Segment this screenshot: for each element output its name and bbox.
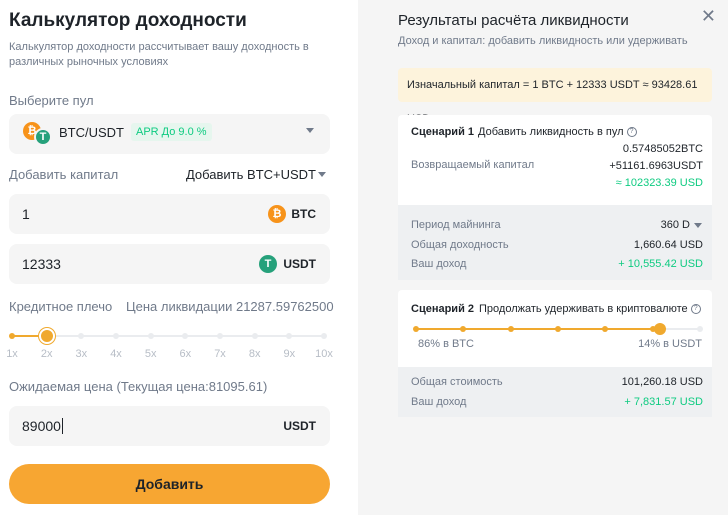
split-tick xyxy=(413,326,419,332)
total-value: 101,260.18 USD xyxy=(621,376,703,388)
mining-period-select[interactable]: 360 D xyxy=(661,219,690,231)
scenario2-name: Продолжать удерживать в криптовалюте? xyxy=(479,303,701,315)
scenario2-card: Сценарий 2 Продолжать удерживать в крипт… xyxy=(398,290,712,417)
leverage-tick[interactable] xyxy=(9,333,15,339)
calculator-subtitle: Калькулятор доходности рассчитывает вашу… xyxy=(9,41,309,68)
total-yield-label: Общая доходность xyxy=(411,239,509,251)
btc-amount-value: 1 xyxy=(22,206,30,222)
returned-usdt: +51161.6963USDT xyxy=(609,160,703,172)
leverage-tick-label: 8x xyxy=(248,348,261,360)
split-tick xyxy=(555,326,561,332)
calculator-panel: Калькулятор доходности Калькулятор доход… xyxy=(0,0,358,515)
leverage-tick[interactable] xyxy=(321,333,327,339)
apr-badge: APR До 9.0 % xyxy=(131,123,212,141)
initial-capital-banner: Изначальный капитал = 1 BTC + 12333 USDT… xyxy=(398,68,712,125)
scenario1-label: Сценарий 1 xyxy=(411,126,475,138)
btc-share: 86% в BTC xyxy=(418,338,474,350)
income-label: Ваш доход xyxy=(411,258,467,270)
leverage-tick-label: 9x xyxy=(283,348,296,360)
expected-price-value: 89000 xyxy=(22,418,63,434)
leverage-tick[interactable] xyxy=(78,333,85,339)
leverage-tick-label: 2x xyxy=(40,348,53,360)
leverage-tick-label: 4x xyxy=(110,348,122,360)
leverage-tick[interactable] xyxy=(251,333,258,339)
usdt-amount-value: 12333 xyxy=(22,256,61,272)
add-button[interactable]: Добавить xyxy=(9,464,330,504)
leverage-slider-track[interactable] xyxy=(12,335,324,337)
leverage-tick-label: 5x xyxy=(144,348,157,360)
scenario2-details: Общая стоимость 101,260.18 USD Ваш доход… xyxy=(398,367,712,417)
income-value: + 7,831.57 USD xyxy=(624,396,703,408)
leverage-label: Кредитное плечо xyxy=(9,299,113,314)
scenario1-btc-amount: 0.57485052BTC xyxy=(622,143,703,155)
pool-select[interactable]: ₿ T BTC/USDT APR До 9.0 % xyxy=(9,114,330,154)
close-icon[interactable]: ✕ xyxy=(701,6,716,27)
chevron-down-icon xyxy=(694,223,702,228)
expected-price-input[interactable]: 89000 USDT xyxy=(9,406,330,446)
leverage-tick[interactable] xyxy=(217,333,223,339)
calculator-title: Калькулятор доходности xyxy=(9,10,247,31)
pool-pair: BTC/USDT xyxy=(59,125,124,140)
leverage-tick-label: 1x xyxy=(6,348,18,360)
returned-usd: ≈ 102323.39 USD xyxy=(615,177,703,189)
expected-price-label: Ожидаемая цена (Текущая цена:81095.61) xyxy=(9,379,268,394)
usdt-share: 14% в USDT xyxy=(638,338,702,350)
leverage-tick[interactable] xyxy=(43,333,50,339)
results-title: Результаты расчёта ликвидности xyxy=(398,12,629,29)
usdt-icon: T xyxy=(34,128,52,146)
split-tick xyxy=(507,326,514,332)
usdt-unit: USDT xyxy=(283,257,316,271)
leverage-tick[interactable] xyxy=(147,333,154,339)
leverage-tick-label: 3x xyxy=(75,348,88,360)
split-tick xyxy=(460,326,467,332)
split-handle xyxy=(654,323,667,335)
usdt-icon: T xyxy=(259,255,277,273)
usdt-amount-input[interactable]: 12333 T USDT xyxy=(9,244,330,284)
btc-unit: BTC xyxy=(291,207,316,221)
income-value: + 10,555.42 USD xyxy=(618,258,703,270)
leverage-tick[interactable] xyxy=(182,333,189,339)
chevron-down-icon xyxy=(318,172,326,177)
income-label: Ваш доход xyxy=(411,396,467,408)
total-yield-value: 1,660.64 USD xyxy=(633,239,703,251)
mining-period-label: Период майнинга xyxy=(411,219,501,231)
total-value-label: Общая стоимость xyxy=(411,376,503,388)
chevron-down-icon xyxy=(306,128,314,133)
add-capital-label: Добавить капитал xyxy=(9,167,119,182)
add-mode-select[interactable]: Добавить BTC+USDT xyxy=(186,167,316,182)
returned-capital-label: Возвращаемый капитал xyxy=(411,159,535,171)
pool-label: Выберите пул xyxy=(9,93,94,108)
info-icon[interactable]: ? xyxy=(626,127,637,138)
liquidation-price: Цена ликвидации 21287.59762500 xyxy=(126,299,334,314)
btc-icon: ₿ xyxy=(268,205,286,223)
info-icon[interactable]: ? xyxy=(690,304,701,315)
scenario1-details: Период майнинга 360 D Общая доходность 1… xyxy=(398,205,712,280)
split-tick xyxy=(697,326,703,332)
leverage-tick-label: 10x xyxy=(315,348,333,360)
split-tick xyxy=(649,326,656,332)
leverage-tick[interactable] xyxy=(113,333,119,339)
results-subtitle: Доход и капитал: добавить ликвидность ил… xyxy=(398,35,688,47)
price-unit: USDT xyxy=(283,419,316,433)
split-fill xyxy=(416,328,661,330)
leverage-tick-label: 6x xyxy=(179,348,192,360)
scenario1-card: Сценарий 1 Добавить ликвидность в пул? 0… xyxy=(398,115,712,280)
results-panel: Результаты расчёта ликвидности Доход и к… xyxy=(358,0,728,515)
btc-amount-input[interactable]: 1 ₿ BTC xyxy=(9,194,330,234)
split-tick xyxy=(602,326,609,332)
scenario1-name: Добавить ликвидность в пул? xyxy=(478,126,637,138)
scenario2-label: Сценарий 2 xyxy=(411,303,475,315)
leverage-tick-label: 7x xyxy=(214,348,226,360)
leverage-tick[interactable] xyxy=(286,333,293,339)
